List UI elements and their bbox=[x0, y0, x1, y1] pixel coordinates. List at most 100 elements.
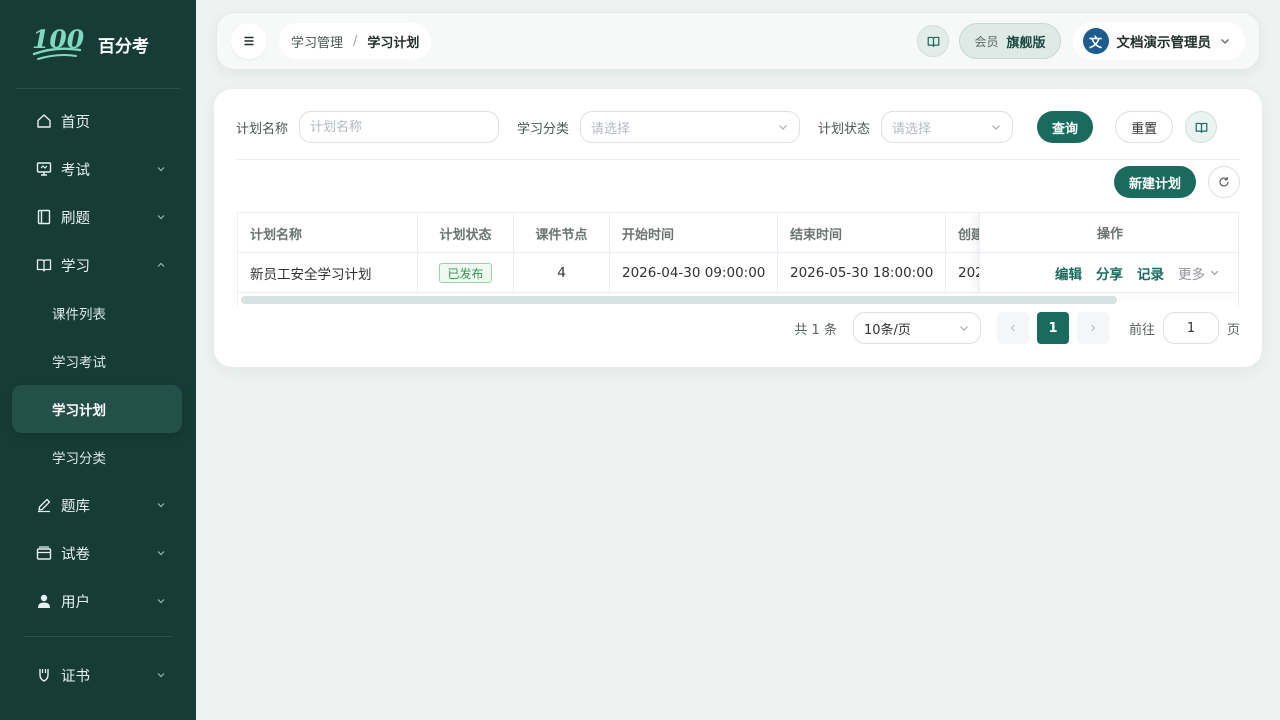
records-link[interactable]: 记录 bbox=[1137, 263, 1164, 283]
sidebar-divider bbox=[24, 636, 172, 637]
horizontal-scrollbar[interactable] bbox=[241, 296, 1117, 304]
chevron-right-icon bbox=[1091, 324, 1096, 332]
hamburger-icon bbox=[244, 36, 254, 46]
edit-link[interactable]: 编辑 bbox=[1055, 263, 1082, 283]
total-count: 共 1 条 bbox=[794, 322, 837, 338]
sidebar-subitem-courseware[interactable]: 课件列表 bbox=[0, 289, 196, 337]
brand[interactable]: 100 百分考 bbox=[0, 0, 196, 88]
brand-name: 百分考 bbox=[98, 36, 149, 57]
sidebar-menu: 首页 考试 刷题 学习 课件列表 学习考试 学习计划 学习分类 题库 试卷 用户 bbox=[0, 89, 196, 625]
chevron-down-icon bbox=[960, 326, 968, 331]
chevron-down-icon bbox=[156, 670, 166, 680]
breadcrumb-item[interactable]: 学习管理 bbox=[291, 32, 343, 51]
chevron-down-icon bbox=[1221, 39, 1229, 44]
breadcrumb-separator: / bbox=[353, 33, 358, 49]
avatar: 文 bbox=[1082, 28, 1109, 54]
filter-divider bbox=[236, 159, 1240, 160]
breadcrumb-current: 学习计划 bbox=[367, 35, 420, 51]
prev-page-button[interactable] bbox=[996, 312, 1029, 344]
table-row[interactable]: 新员工安全学习计划 已发布 4 2026-04-30 09:00:00 2026… bbox=[238, 253, 1106, 293]
share-link[interactable]: 分享 bbox=[1096, 263, 1123, 283]
operations-column: 操作 编辑 分享 记录 更多 bbox=[979, 213, 1238, 293]
sidebar-item-label: 试卷 bbox=[61, 546, 90, 563]
sidebar-item-practice[interactable]: 刷题 bbox=[0, 193, 196, 241]
sidebar-item-papers[interactable]: 试卷 bbox=[0, 529, 196, 577]
plan-table: 计划名称 计划状态 课件节点 开始时间 结束时间 创建 新员工安全学习计划 已发… bbox=[237, 212, 1239, 306]
start-time-cell: 2026-04-30 09:00:00 bbox=[610, 253, 778, 293]
membership-label: 会员 bbox=[974, 34, 999, 49]
book-open-icon bbox=[1195, 122, 1207, 133]
filter-bar: 计划名称 学习分类 请选择 计划状态 请选择 查询 重置 bbox=[236, 111, 1240, 143]
table-header-row: 计划名称 计划状态 课件节点 开始时间 结束时间 创建 bbox=[238, 213, 1106, 253]
sidebar-subitem-study-category[interactable]: 学习分类 bbox=[0, 433, 196, 481]
page-number[interactable]: 1 bbox=[1036, 312, 1069, 344]
brand-logo-icon: 100 bbox=[32, 25, 84, 60]
sidebar-item-label: 考试 bbox=[61, 162, 90, 179]
book-icon bbox=[36, 257, 52, 273]
end-time-cell: 2026-05-30 18:00:00 bbox=[778, 253, 946, 293]
status-badge: 已发布 bbox=[439, 263, 492, 283]
search-button[interactable]: 查询 bbox=[1037, 111, 1094, 143]
category-select-placeholder: 请选择 bbox=[591, 121, 631, 137]
chevron-down-icon bbox=[156, 500, 166, 510]
page-size-select[interactable]: 10条/页 bbox=[852, 312, 981, 344]
user-icon bbox=[36, 593, 52, 609]
notebook-icon bbox=[36, 209, 52, 225]
sidebar-item-label: 刷题 bbox=[61, 210, 90, 227]
sidebar-subitem-study-exam[interactable]: 学习考试 bbox=[0, 337, 196, 385]
column-header: 开始时间 bbox=[610, 213, 778, 253]
membership-tier: 旗舰版 bbox=[1006, 35, 1046, 51]
sidebar-item-label: 用户 bbox=[61, 594, 90, 611]
sidebar-item-label: 题库 bbox=[61, 498, 90, 515]
more-label: 更多 bbox=[1178, 266, 1205, 283]
chevron-down-icon bbox=[779, 125, 787, 130]
plan-name-input[interactable] bbox=[299, 111, 500, 143]
category-select[interactable]: 请选择 bbox=[580, 111, 801, 143]
menu-toggle-button[interactable] bbox=[231, 23, 267, 59]
docs-button[interactable] bbox=[917, 25, 950, 57]
sidebar-item-question-bank[interactable]: 题库 bbox=[0, 481, 196, 529]
top-bar: 学习管理 / 学习计划 会员 旗舰版 文 文档演示管理员 bbox=[216, 12, 1260, 70]
sidebar-subitem-study-plan[interactable]: 学习计划 bbox=[12, 385, 182, 433]
page-unit-label: 页 bbox=[1226, 322, 1240, 338]
membership-badge[interactable]: 会员 旗舰版 bbox=[959, 23, 1061, 59]
table-toolbar: 新建计划 bbox=[1113, 166, 1240, 198]
pen-icon bbox=[36, 497, 52, 513]
wallet-icon bbox=[36, 545, 52, 561]
home-icon bbox=[36, 113, 52, 129]
sidebar: 100 百分考 首页 考试 刷题 学习 课件列表 学习考试 学习计划 学习分类 … bbox=[0, 0, 196, 720]
more-dropdown[interactable]: 更多 bbox=[1178, 263, 1220, 283]
status-select[interactable]: 请选择 bbox=[881, 111, 1014, 143]
column-header: 结束时间 bbox=[778, 213, 946, 253]
course-nodes-cell: 4 bbox=[514, 253, 610, 293]
sidebar-item-label: 证书 bbox=[61, 668, 90, 685]
chevron-down-icon bbox=[156, 548, 166, 558]
monitor-icon bbox=[36, 161, 52, 177]
goto-page-input[interactable] bbox=[1162, 312, 1219, 344]
next-page-button[interactable] bbox=[1076, 312, 1109, 344]
sidebar-item-label: 学习 bbox=[61, 258, 90, 275]
sidebar-item-users[interactable]: 用户 bbox=[0, 577, 196, 625]
sidebar-item-study[interactable]: 学习 bbox=[0, 241, 196, 289]
column-header: 课件节点 bbox=[514, 213, 610, 253]
chevron-down-icon bbox=[156, 164, 166, 174]
user-menu[interactable]: 文 文档演示管理员 bbox=[1072, 22, 1245, 60]
column-header: 计划状态 bbox=[418, 213, 514, 253]
docs-button[interactable] bbox=[1185, 111, 1218, 143]
new-plan-button[interactable]: 新建计划 bbox=[1113, 166, 1196, 198]
plan-name-label: 计划名称 bbox=[236, 121, 289, 137]
sidebar-item-certificates[interactable]: 证书 bbox=[0, 651, 196, 699]
reset-button[interactable]: 重置 bbox=[1115, 111, 1174, 143]
medal-icon bbox=[36, 667, 52, 683]
refresh-button[interactable] bbox=[1208, 166, 1240, 198]
breadcrumb: 学习管理 / 学习计划 bbox=[279, 23, 432, 59]
top-right-actions: 会员 旗舰版 文 文档演示管理员 bbox=[917, 22, 1245, 60]
chevron-down-icon bbox=[992, 125, 1000, 130]
sidebar-item-exam[interactable]: 考试 bbox=[0, 145, 196, 193]
row-actions: 编辑 分享 记录 更多 bbox=[980, 253, 1238, 293]
status-select-placeholder: 请选择 bbox=[892, 121, 932, 137]
sidebar-item-home[interactable]: 首页 bbox=[0, 97, 196, 145]
sidebar-item-label: 首页 bbox=[61, 114, 90, 131]
page-size-value: 10条/页 bbox=[863, 322, 911, 338]
refresh-icon bbox=[1219, 177, 1229, 187]
